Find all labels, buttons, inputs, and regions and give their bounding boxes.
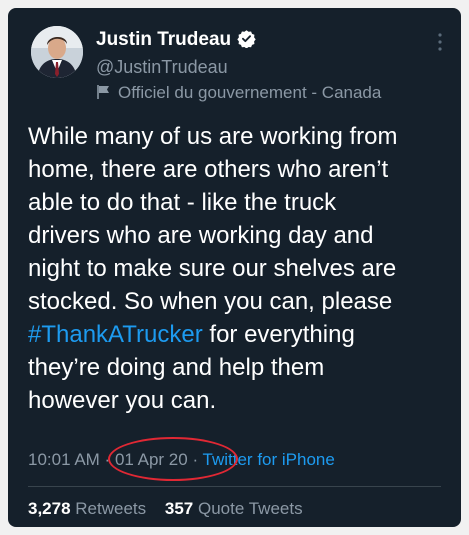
government-label-text: Officiel du gouvernement - Canada (118, 83, 382, 102)
tweet-text-part-1: While many of us are working from home, … (28, 123, 398, 315)
tweet-card: Justin Trudeau @JustinTrudeau Officiel d… (8, 8, 461, 527)
tweet-time[interactable]: 10:01 AM (28, 450, 100, 469)
retweets-label: Retweets (75, 499, 147, 518)
government-label[interactable]: Officiel du gouvernement - Canada (96, 82, 381, 104)
verified-badge-icon (237, 29, 256, 49)
tweet-source-link[interactable]: Twitter for iPhone (203, 450, 335, 469)
divider (28, 486, 441, 487)
tweet-text: While many of us are working from home, … (28, 120, 453, 417)
tweet-meta: 10:01 AM · 01 Apr 20 · Twitter for iPhon… (28, 449, 335, 471)
author-name-text[interactable]: Justin Trudeau (96, 29, 231, 50)
quote-tweets-stat[interactable]: 357 Quote Tweets (165, 499, 303, 518)
quote-tweets-label: Quote Tweets (198, 499, 303, 518)
meta-separator: · (99, 450, 115, 469)
retweets-count: 3,278 (28, 499, 71, 518)
hashtag-link[interactable]: #ThankATrucker (28, 321, 203, 348)
author-handle[interactable]: @JustinTrudeau (96, 56, 228, 78)
meta-separator: · (187, 450, 203, 469)
author-name[interactable]: Justin Trudeau (96, 28, 256, 52)
retweets-stat[interactable]: 3,278 Retweets (28, 499, 146, 518)
more-options-icon[interactable] (437, 32, 443, 52)
quote-tweets-count: 357 (164, 499, 194, 518)
flag-icon (96, 84, 112, 100)
engagement-stats: 3,278 Retweets 357 Quote Tweets (28, 498, 317, 520)
tweet-date[interactable]: 01 Apr 20 (115, 450, 188, 469)
avatar-image (31, 26, 83, 78)
avatar[interactable] (31, 26, 83, 78)
